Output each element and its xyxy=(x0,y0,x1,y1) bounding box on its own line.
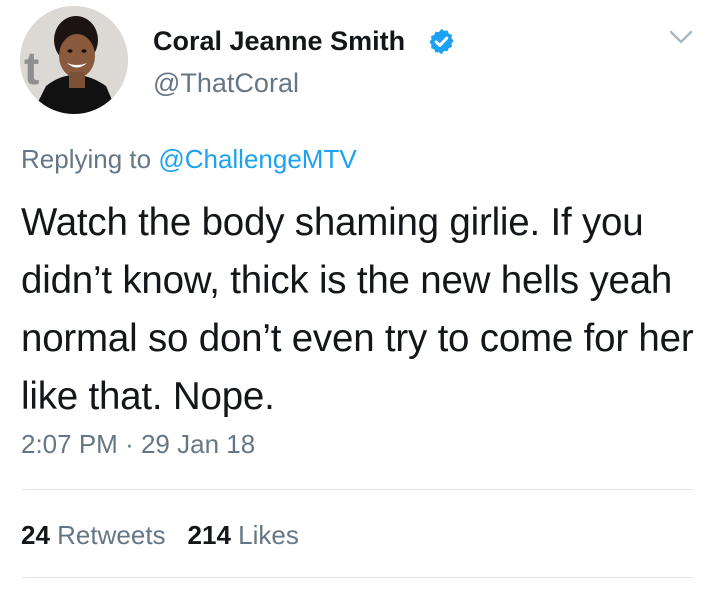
verified-badge-icon xyxy=(429,28,454,55)
replying-to: Replying to @ChallengeMTV xyxy=(21,144,357,175)
tweet-stats: 24 Retweets 214 Likes xyxy=(21,520,299,551)
chevron-down-icon[interactable] xyxy=(668,27,694,47)
likes-count: 214 xyxy=(187,520,231,550)
replying-to-label: Replying to xyxy=(21,144,152,174)
likes-label: Likes xyxy=(238,520,299,550)
tweet-date: 29 Jan 18 xyxy=(140,429,256,459)
reply-mention-link[interactable]: @ChallengeMTV xyxy=(158,144,356,174)
tweet-text: Watch the body shaming girlie. If you di… xyxy=(21,201,694,418)
retweets-count: 24 xyxy=(21,520,50,550)
author-handle[interactable]: @ThatCoral xyxy=(153,68,299,99)
divider xyxy=(21,489,693,490)
tweet-time: 2:07 PM xyxy=(21,429,118,459)
retweets-label: Retweets xyxy=(57,520,166,550)
tweet-timestamp[interactable]: 2:07 PM · 29 Jan 18 xyxy=(21,429,255,460)
likes-stat[interactable]: 214 Likes xyxy=(188,520,299,550)
timestamp-separator: · xyxy=(125,429,134,459)
avatar-photo: t xyxy=(20,6,128,114)
divider xyxy=(21,577,693,578)
svg-text:t: t xyxy=(24,42,39,94)
author-display-name[interactable]: Coral Jeanne Smith xyxy=(153,26,405,57)
retweets-stat[interactable]: 24 Retweets xyxy=(21,520,166,550)
author-avatar[interactable]: t xyxy=(20,6,128,114)
